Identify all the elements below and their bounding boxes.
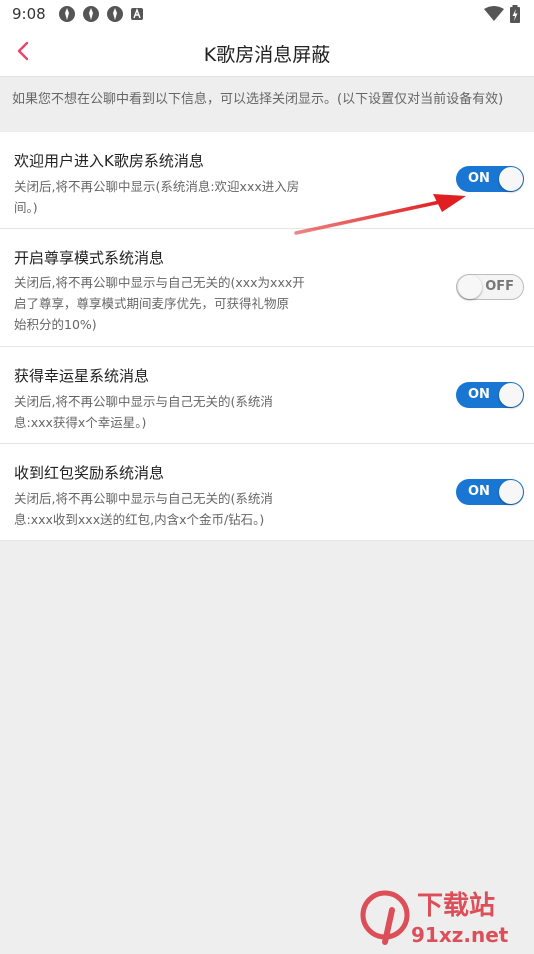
page-title: K歌房消息屏蔽 xyxy=(203,44,331,66)
setting-description: 关闭后,将不再公聊中显示(系统消息:欢迎xxx进入房 间。) xyxy=(14,176,324,218)
battery-charging-icon xyxy=(510,5,520,23)
desc-line: 息:xxx获得x个幸运星。) xyxy=(14,415,147,430)
toggle-red-packet[interactable]: ON xyxy=(456,479,524,505)
desc-line: 启了尊享，尊享模式期间麦序优先，可获得礼物原 xyxy=(14,296,290,311)
toggle-label: OFF xyxy=(485,279,514,294)
watermark-brand: 下载站 xyxy=(417,891,495,921)
status-time: 9:08 xyxy=(12,5,46,23)
toggle-label: ON xyxy=(468,387,490,402)
toggle-welcome[interactable]: ON xyxy=(456,166,524,192)
toggle-knob xyxy=(499,383,523,407)
desc-line: 息:xxx收到xxx送的红包,内含x个金币/钻石。) xyxy=(14,512,265,527)
setting-row-lucky-star: 获得幸运星系统消息 关闭后,将不再公聊中显示与自己无关的(系统消 息:xxx获得… xyxy=(0,347,534,444)
toggle-knob xyxy=(499,480,523,504)
setting-row-vip-mode: 开启尊享模式系统消息 关闭后,将不再公聊中显示与自己无关的(xxx为xxx开 启… xyxy=(0,229,534,347)
setting-description: 关闭后,将不再公聊中显示与自己无关的(xxx为xxx开 启了尊享，尊享模式期间麦… xyxy=(14,272,324,335)
toggle-knob xyxy=(499,167,523,191)
wifi-icon xyxy=(484,6,504,21)
toggle-lucky-star[interactable]: ON xyxy=(456,382,524,408)
a-badge-icon xyxy=(131,8,143,20)
desc-line: 关闭后,将不再公聊中显示与自己无关的(系统消 xyxy=(14,491,273,506)
toggle-label: ON xyxy=(468,484,490,499)
setting-description: 关闭后,将不再公聊中显示与自己无关的(系统消 息:xxx获得x个幸运星。) xyxy=(14,391,324,433)
app-notification-icon xyxy=(83,6,99,22)
app-notification-icon xyxy=(107,6,123,22)
setting-title: 收到红包奖励系统消息 xyxy=(14,464,165,482)
site-watermark: 下载站 91xz.net xyxy=(359,880,534,950)
desc-line: 关闭后,将不再公聊中显示与自己无关的(xxx为xxx开 xyxy=(14,275,305,290)
status-bar: 9:08 xyxy=(0,0,534,28)
setting-row-red-packet: 收到红包奖励系统消息 关闭后,将不再公聊中显示与自己无关的(系统消 息:xxx收… xyxy=(0,444,534,541)
setting-title: 开启尊享模式系统消息 xyxy=(14,249,165,267)
watermark-logo-icon: 下载站 91xz.net xyxy=(360,890,509,947)
toggle-vip-mode[interactable]: OFF xyxy=(456,274,524,300)
desc-line: 间。) xyxy=(14,200,38,215)
watermark-site: 91xz.net xyxy=(411,923,509,947)
setting-title: 欢迎用户进入K歌房系统消息 xyxy=(14,152,204,170)
app-notification-icon xyxy=(59,6,75,22)
toggle-label: ON xyxy=(468,171,490,186)
notification-icons xyxy=(58,5,144,23)
desc-line: 始积分的10%) xyxy=(14,317,97,332)
setting-description: 关闭后,将不再公聊中显示与自己无关的(系统消 息:xxx收到xxx送的红包,内含… xyxy=(14,488,324,530)
setting-title: 获得幸运星系统消息 xyxy=(14,367,150,385)
desc-line: 关闭后,将不再公聊中显示(系统消息:欢迎xxx进入房 xyxy=(14,179,300,194)
notice-text: 如果您不想在公聊中看到以下信息，可以选择关闭显示。(以下设置仅对当前设备有效) xyxy=(12,92,504,107)
system-icons xyxy=(484,5,520,23)
desc-line: 关闭后,将不再公聊中显示与自己无关的(系统消 xyxy=(14,394,273,409)
app-bar: K歌房消息屏蔽 xyxy=(0,28,534,77)
toggle-knob xyxy=(458,275,482,299)
red-arrow-icon xyxy=(294,194,466,235)
